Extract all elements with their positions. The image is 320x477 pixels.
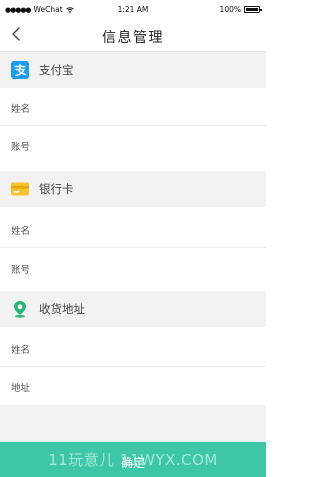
bank-name-field[interactable]: 姓名 (0, 210, 266, 248)
battery-status: 100% (219, 5, 262, 14)
field-label: 姓名 (11, 104, 31, 115)
battery-icon (244, 6, 262, 13)
field-label: 姓名 (11, 226, 31, 237)
section-header-bank-card: 银行卡 (0, 171, 266, 207)
alipay-name-field[interactable]: 姓名 (0, 88, 266, 126)
section-header-shipping-address: 收货地址 (0, 291, 266, 327)
bank-card-icon (11, 182, 29, 196)
field-label: 账号 (11, 265, 31, 276)
alipay-account-field[interactable]: 账号 (0, 126, 266, 164)
status-bar: ●●●●● WeChat 1:21 AM 100% (0, 0, 266, 18)
section-title: 银行卡 (39, 182, 74, 196)
confirm-button-label: 确定 (120, 456, 145, 470)
alipay-icon (11, 61, 29, 79)
section-header-alipay: 支付宝 (0, 52, 266, 88)
location-pin-icon (14, 301, 26, 318)
page-title: 信息管理 (102, 30, 164, 46)
footer-spacer (0, 405, 266, 442)
divider (0, 247, 266, 248)
navigation-bar: 信息管理 (0, 18, 266, 52)
field-label: 地址 (11, 383, 31, 394)
confirm-button[interactable]: 11玩意儿 11WYX.COM 确定 (0, 442, 266, 477)
battery-percent: 100% (219, 5, 241, 14)
bank-account-field[interactable]: 账号 (0, 249, 266, 287)
address-name-field[interactable]: 姓名 (0, 329, 266, 367)
address-field[interactable]: 地址 (0, 367, 266, 405)
field-label: 账号 (11, 142, 31, 153)
section-title: 收货地址 (39, 302, 85, 316)
section-title: 支付宝 (39, 63, 74, 77)
field-label: 姓名 (11, 345, 31, 356)
